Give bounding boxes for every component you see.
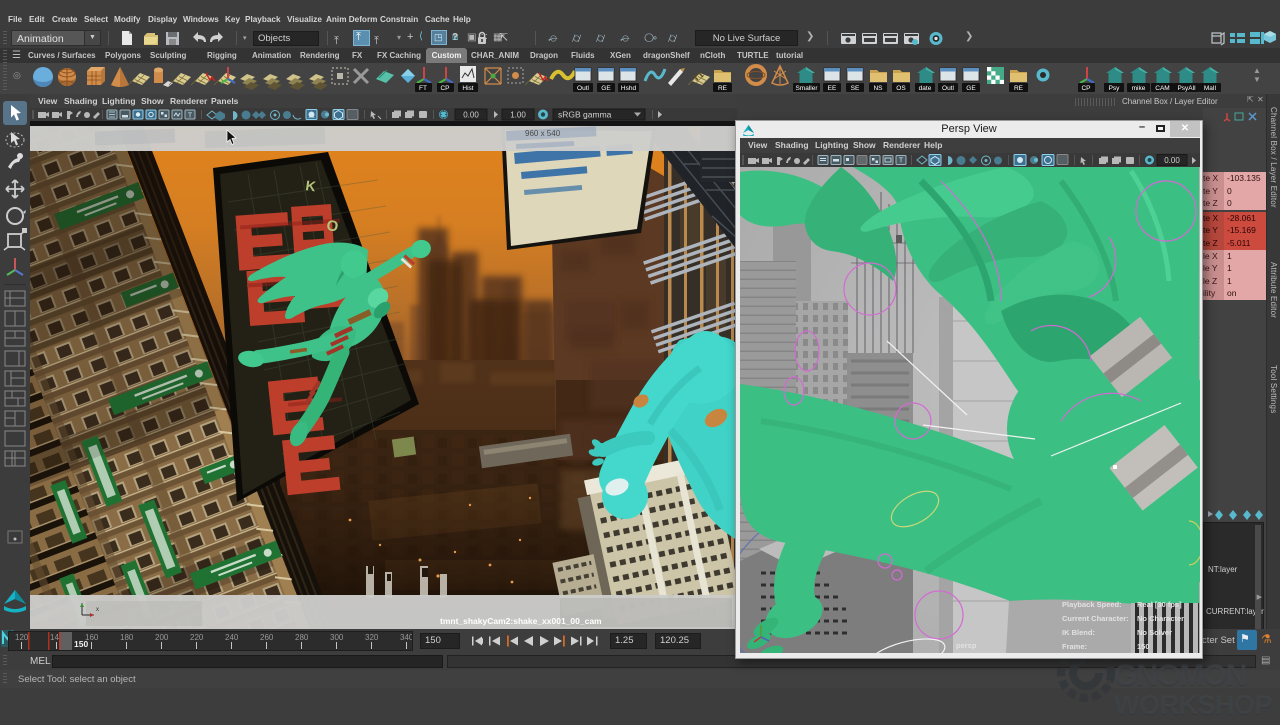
svg-text:Frame:: Frame: — [1062, 642, 1087, 651]
svg-text:MalI: MalI — [1204, 85, 1216, 92]
svg-text:tmnt_shakyCam2:shake_xx001_00_: tmnt_shakyCam2:shake_xx001_00_cam — [440, 616, 602, 626]
svg-text:No Character: No Character — [1137, 614, 1184, 623]
svg-text:Hist: Hist — [462, 85, 473, 92]
svg-text:200: 200 — [155, 633, 169, 642]
svg-text:150: 150 — [74, 639, 88, 649]
svg-text:FT: FT — [419, 85, 427, 92]
svg-text:120: 120 — [15, 633, 29, 642]
svg-text:Real [30 fps]: Real [30 fps] — [1137, 600, 1182, 609]
svg-text:persp: persp — [956, 641, 977, 650]
svg-text:340: 340 — [400, 633, 412, 642]
svg-text:CP: CP — [440, 85, 449, 92]
svg-text:T: T — [188, 113, 193, 120]
svg-text:T: T — [899, 158, 904, 165]
svg-text:GE: GE — [601, 85, 611, 92]
svg-text:x: x — [96, 607, 99, 613]
svg-text:sRGB gamma: sRGB gamma — [558, 110, 612, 120]
svg-text:Playback Speed:: Playback Speed: — [1062, 600, 1122, 609]
svg-text:OS: OS — [896, 85, 906, 92]
svg-text:Smaller: Smaller — [795, 85, 818, 92]
svg-text:PsyAll: PsyAll — [1177, 85, 1196, 92]
svg-text:SE: SE — [851, 85, 860, 92]
svg-text:RE: RE — [718, 85, 728, 92]
svg-text:960 x 540: 960 x 540 — [525, 129, 561, 138]
svg-text:NS: NS — [873, 85, 883, 92]
svg-text:320: 320 — [365, 633, 379, 642]
svg-text:GE: GE — [966, 85, 976, 92]
svg-text:No Solver: No Solver — [1137, 628, 1172, 637]
svg-text:Current Character:: Current Character: — [1062, 614, 1129, 623]
svg-text:150: 150 — [1137, 642, 1150, 651]
svg-text:date: date — [919, 85, 932, 92]
svg-text:RE: RE — [1014, 85, 1024, 92]
svg-text:CP: CP — [1081, 85, 1090, 92]
svg-text:Psy: Psy — [1109, 85, 1121, 92]
svg-text:260: 260 — [260, 633, 274, 642]
svg-text:0.00: 0.00 — [463, 111, 479, 120]
svg-text:Outl: Outl — [577, 85, 589, 92]
svg-text:WORKSHOP: WORKSHOP — [1114, 690, 1272, 720]
svg-text:IK Blend:: IK Blend: — [1062, 628, 1095, 637]
svg-text:180: 180 — [120, 633, 134, 642]
svg-text:Outl: Outl — [942, 85, 954, 92]
svg-text:1.00: 1.00 — [510, 111, 526, 120]
svg-text:CAM: CAM — [1155, 85, 1169, 92]
svg-text:EE: EE — [828, 85, 837, 92]
svg-text:300: 300 — [330, 633, 344, 642]
svg-text:240: 240 — [225, 633, 239, 642]
svg-text:280: 280 — [295, 633, 309, 642]
svg-text:mike: mike — [1132, 85, 1146, 92]
svg-text:0.00: 0.00 — [1164, 156, 1180, 165]
svg-text:220: 220 — [190, 633, 204, 642]
svg-text:GNOMON: GNOMON — [1114, 659, 1246, 692]
svg-text:Hshd: Hshd — [621, 85, 637, 92]
